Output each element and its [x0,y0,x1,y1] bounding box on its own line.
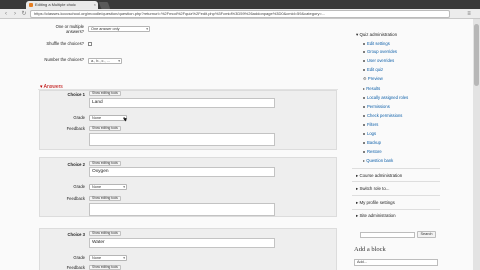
address-bar[interactable]: https://classes.kcccschool.org/moodle/qu… [30,10,450,18]
choice-2-grade-label: Grade [73,184,85,189]
choice-2-grade-value: None [92,185,102,189]
choice-1-feedback-editing-tools-button[interactable]: Show editing tools [89,126,121,131]
tab-title: Editing a Multiple choic [35,2,76,7]
bullet-icon [363,141,365,144]
admin-search-input[interactable] [360,232,415,238]
sidebar-item-edit-settings[interactable]: Edit settings [363,41,390,46]
add-block-select[interactable]: Add... [354,259,438,266]
bullet-icon [363,96,365,99]
choice-1-grade-select[interactable]: None ▾ [89,115,127,121]
moodle-favicon-icon [29,3,33,7]
choice-1-answer-field[interactable]: Land [89,98,275,108]
bullet-icon [363,123,365,126]
sidebar-item-logs[interactable]: Logs [363,131,376,136]
bullet-icon [363,42,365,45]
choice-2-feedback-field[interactable] [89,203,275,216]
one-or-multiple-select[interactable]: One answer only ▾ [88,26,150,32]
shuffle-label: Shuffle the choices? [46,41,84,46]
number-choices-label: Number the choices? [44,57,84,62]
sidebar-item-backup[interactable]: Backup [363,140,381,145]
choice-3-show-editing-tools-button[interactable]: Show editing tools [89,231,121,236]
choice-1-feedback-label: Feedback [66,126,85,131]
choice-3-label: Choice 3 [67,232,85,237]
choice-3-grade-value: None [92,256,102,260]
number-choices-value: a., b., c., ... [91,59,110,63]
sidebar-item-restore[interactable]: Restore [363,149,382,154]
sidebar-item-locally-assigned-roles[interactable]: Locally assigned roles [363,95,408,100]
choice-3-grade-label: Grade [73,255,85,260]
chevron-down-icon: ▾ [118,59,120,63]
add-block-heading: Add a block [354,246,386,253]
choice-3-grade-select[interactable]: None ▾ [89,255,127,261]
bullet-icon [363,114,365,117]
switch-role-heading[interactable]: ▸ Switch role to... [356,186,389,191]
browser-tab-bar: Editing a Multiple choic × [0,0,480,9]
chevron-down-icon: ▾ [123,185,125,189]
scrollbar-thumb[interactable] [474,24,479,86]
browser-toolbar: ‹ › ↻ https://classes.kcccschool.org/moo… [0,9,480,19]
chevron-down-icon: ▾ [146,27,148,31]
reload-icon[interactable]: ↻ [20,10,28,18]
course-administration-heading[interactable]: ▸ Course administration [356,173,402,178]
choice-3-feedback-label: Feedback [66,265,85,270]
sidebar-item-question-bank[interactable]: ▸ Question bank [363,158,393,163]
choice-1-feedback-field[interactable] [89,133,275,146]
admin-search-button[interactable]: Search [417,231,436,238]
one-or-multiple-value: One answer only [91,27,120,31]
sidebar-item-edit-quiz[interactable]: Edit quiz [363,67,383,72]
sidebar-item-permissions[interactable]: Permissions [363,104,390,109]
shuffle-checkbox[interactable] [88,42,92,46]
sidebar-item-preview[interactable]: ⚙ Preview [363,76,383,81]
choice-2-feedback-editing-tools-button[interactable]: Show editing tools [89,196,121,201]
profile-settings-heading[interactable]: ▸ My profile settings [356,200,395,205]
sidebar-divider [352,209,440,210]
quiz-administration-heading[interactable]: ▾ Quiz administration [356,32,397,37]
choice-1-grade-value: None [92,116,102,120]
bullet-icon [363,68,365,71]
bullet-icon [363,150,365,153]
choice-3-answer-field[interactable]: Water [89,238,275,248]
close-tab-icon[interactable]: × [94,1,96,9]
sidebar-item-results[interactable]: ▸ Results [363,86,380,91]
site-administration-heading[interactable]: ▸ Site administration [356,213,396,218]
sidebar-item-check-permissions[interactable]: Check permissions [363,113,402,118]
sidebar-item-user-overrides[interactable]: User overrides [363,58,394,63]
choice-3-feedback-editing-tools-button[interactable]: Show editing tools [89,265,121,270]
bullet-icon [363,50,365,53]
choice-2-label: Choice 2 [67,162,85,167]
bullet-icon [363,59,365,62]
sidebar-divider [352,181,440,182]
choice-2-answer-field[interactable]: Oxygen [89,167,275,177]
forward-icon[interactable]: › [11,10,19,18]
back-icon[interactable]: ‹ [2,10,10,18]
browser-tab[interactable]: Editing a Multiple choic × [26,1,98,9]
choice-1-grade-label: Grade [73,115,85,120]
add-block-value: Add... [357,260,367,264]
sidebar-divider [352,195,440,196]
one-or-multiple-label: One or multiple answers? [55,24,84,34]
number-choices-select[interactable]: a., b., c., ... ▾ [88,58,122,64]
sidebar-item-filters[interactable]: Filters [363,122,378,127]
choice-2-feedback-label: Feedback [66,196,85,201]
choice-1-show-editing-tools-button[interactable]: Show editing tools [89,91,121,96]
choice-1-label: Choice 1 [67,92,85,97]
bullet-icon [363,132,365,135]
chevron-down-icon: ▾ [123,256,125,260]
sidebar-item-group-overrides[interactable]: Group overrides [363,49,397,54]
browser-menu-icon[interactable]: ≡ [464,10,474,18]
sidebar-divider [352,168,440,169]
bullet-icon [363,105,365,108]
new-tab-button[interactable] [98,2,111,9]
choice-2-show-editing-tools-button[interactable]: Show editing tools [89,161,121,166]
choice-2-grade-select[interactable]: None ▾ [89,184,127,190]
